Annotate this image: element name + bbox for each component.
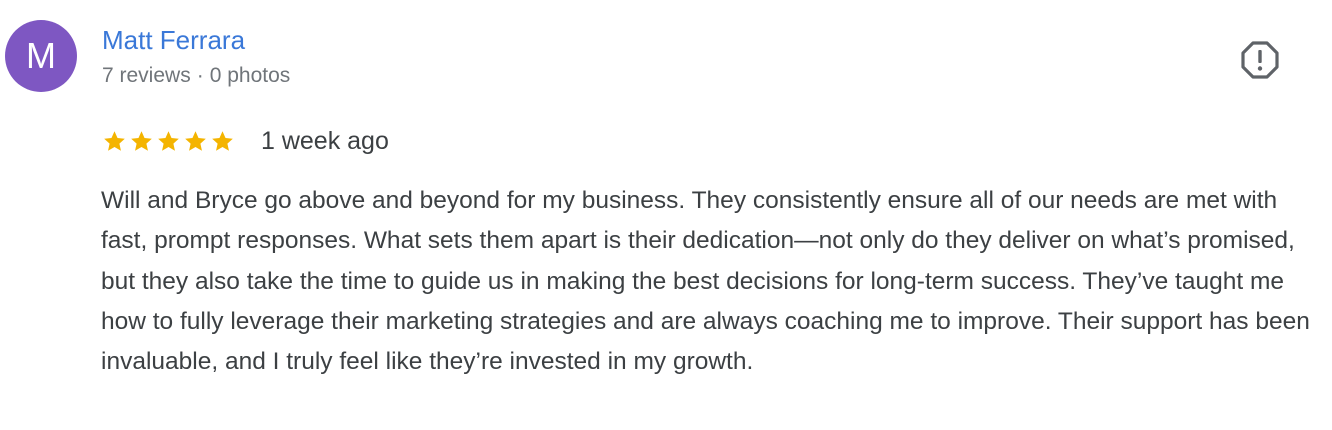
star-icon (212, 130, 233, 151)
star-icon (185, 130, 206, 151)
star-icon (158, 130, 179, 151)
star-icon (104, 130, 125, 151)
meta-separator: · (196, 64, 204, 87)
author-meta: 7 reviews · 0 photos (102, 62, 290, 90)
review-text: Will and Bryce go above and beyond for m… (101, 187, 1310, 376)
author-name-link[interactable]: Matt Ferrara (102, 24, 245, 56)
rating-row: 1 week ago (102, 124, 389, 158)
star-rating (102, 129, 235, 154)
review-date: 1 week ago (261, 127, 389, 155)
review-card: M Matt Ferrara 7 reviews · 0 photos 1 week… (0, 0, 1332, 430)
star-icon (131, 130, 152, 151)
report-button[interactable] (1238, 38, 1282, 82)
photos-count: 0 photos (209, 64, 291, 87)
avatar[interactable]: M (5, 20, 77, 92)
report-icon (1241, 41, 1279, 79)
reviews-count: 7 reviews (102, 64, 191, 87)
avatar-initial: M (26, 35, 56, 76)
